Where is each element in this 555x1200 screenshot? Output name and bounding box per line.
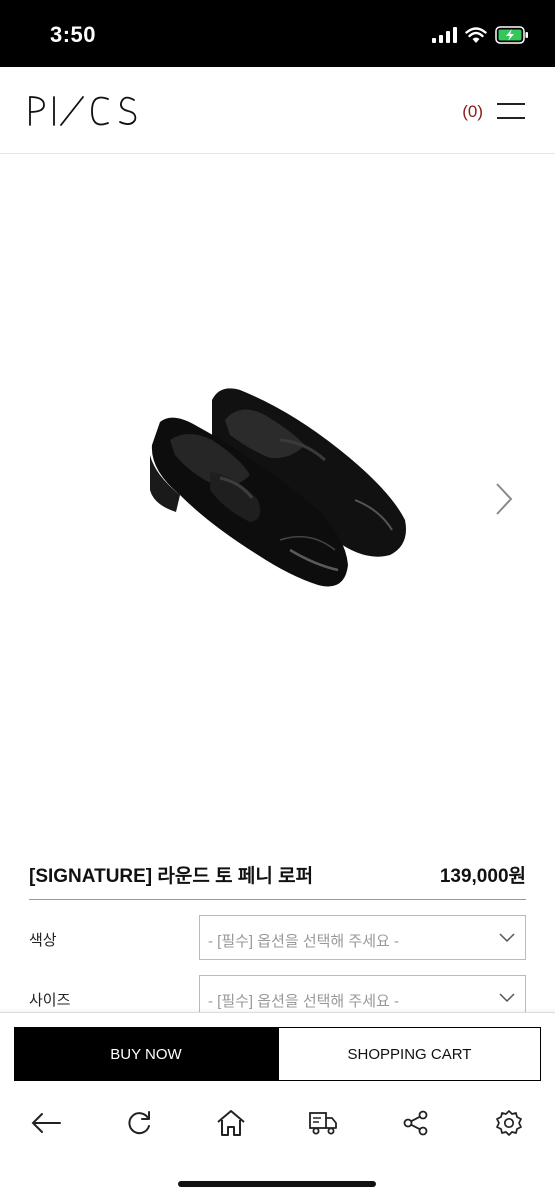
product-info: [SIGNATURE] 라운드 토 페니 로퍼 139,000원 xyxy=(29,856,526,900)
delivery-truck-icon[interactable] xyxy=(303,1106,343,1140)
color-select[interactable]: - [필수] 옵션을 선택해 주세요 - xyxy=(199,915,526,960)
site-header: (0) xyxy=(0,67,555,154)
shopping-cart-button[interactable]: SHOPPING CART xyxy=(278,1027,541,1081)
product-name: [SIGNATURE] 라운드 토 페니 로퍼 xyxy=(29,866,314,887)
home-icon[interactable] xyxy=(211,1106,251,1140)
browser-nav-bar xyxy=(0,1094,555,1200)
status-bar: 3:50 xyxy=(0,0,555,67)
back-arrow-icon[interactable] xyxy=(26,1106,66,1140)
signal-icon xyxy=(432,27,457,43)
wifi-icon xyxy=(465,26,487,43)
color-select-placeholder: - [필수] 옵션을 선택해 주세요 - xyxy=(208,933,399,950)
chevron-down-icon xyxy=(499,993,515,1003)
share-icon[interactable] xyxy=(396,1106,436,1140)
option-row-color: 색상 - [필수] 옵션을 선택해 주세요 - xyxy=(29,915,526,960)
option-label-size: 사이즈 xyxy=(29,992,71,1009)
settings-gear-icon[interactable] xyxy=(489,1106,529,1140)
purchase-action-bar: BUY NOW SHOPPING CART xyxy=(0,1012,555,1094)
menu-icon[interactable] xyxy=(497,103,525,120)
option-label-color: 색상 xyxy=(29,932,57,949)
chevron-right-icon[interactable] xyxy=(495,482,513,516)
product-image-carousel[interactable] xyxy=(0,155,555,840)
chevron-down-icon xyxy=(499,933,515,943)
buy-now-button[interactable]: BUY NOW xyxy=(14,1027,278,1081)
brand-logo[interactable] xyxy=(28,95,140,127)
status-time: 3:50 xyxy=(50,22,97,47)
battery-charging-icon xyxy=(495,26,528,44)
status-icons xyxy=(432,24,529,46)
cart-count-badge[interactable]: (0) xyxy=(462,102,483,122)
penny-loafer-shoes-image xyxy=(150,388,406,587)
refresh-icon[interactable] xyxy=(119,1106,159,1140)
home-indicator xyxy=(178,1181,376,1187)
product-price: 139,000원 xyxy=(439,866,526,887)
